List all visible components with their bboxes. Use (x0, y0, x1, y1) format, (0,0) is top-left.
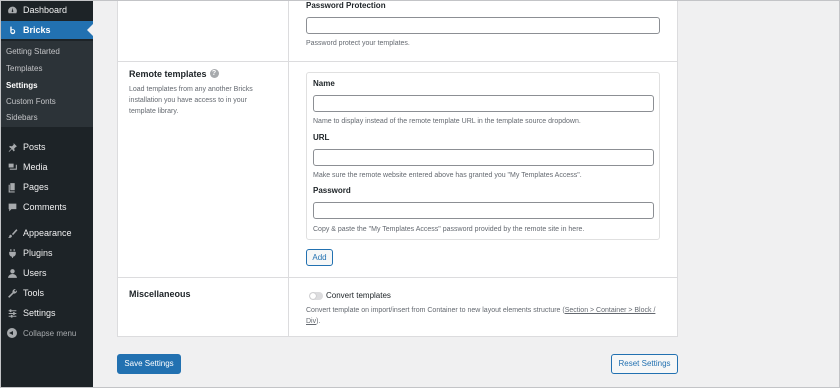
remote-url-input[interactable] (313, 149, 654, 166)
password-protection-description: Password protect your templates. (306, 40, 410, 47)
sidebar-item-label: Media (23, 162, 48, 172)
sidebar-item-label: Tools (23, 288, 45, 298)
sidebar-item-label: Comments (23, 202, 67, 212)
sidebar-item-users[interactable]: Users (0, 265, 93, 281)
collapse-arrow-icon (7, 328, 17, 338)
row-divider-misc (117, 277, 678, 278)
sidebar-item-pages[interactable]: Pages (0, 179, 93, 195)
sidebar-item-label: Posts (23, 142, 46, 152)
sidebar-item-settings[interactable]: Settings (0, 305, 93, 321)
password-protection-label: Password Protection (306, 1, 386, 10)
paintbrush-icon (5, 226, 19, 240)
bricks-logo-icon (5, 23, 19, 37)
remote-password-description: Copy & paste the "My Templates Access" p… (313, 226, 585, 233)
submenu-item-settings[interactable]: Settings (6, 81, 38, 90)
pin-icon (5, 140, 19, 154)
remote-name-input[interactable] (313, 95, 654, 112)
convert-templates-description: Convert template on import/insert from C… (306, 305, 662, 327)
sidebar-item-label: Bricks (23, 25, 51, 35)
sidebar-item-label: Appearance (23, 228, 72, 238)
sidebar-item-label: Plugins (23, 248, 53, 258)
miscellaneous-title: Miscellaneous (129, 289, 191, 299)
row-divider-remote (117, 61, 678, 62)
pages-icon (5, 180, 19, 194)
submenu-item-custom-fonts[interactable]: Custom Fonts (6, 97, 56, 106)
sidebar-item-appearance[interactable]: Appearance (0, 225, 93, 241)
convert-templates-toggle[interactable] (309, 292, 323, 300)
add-remote-template-button[interactable]: Add (306, 249, 333, 266)
remote-password-input[interactable] (313, 202, 654, 219)
password-protection-input[interactable] (306, 17, 660, 34)
active-arrow-icon (87, 24, 93, 36)
sidebar-item-label: Dashboard (23, 5, 68, 15)
sidebar-item-label: Pages (23, 182, 49, 192)
users-icon (5, 266, 19, 280)
sidebar-item-posts[interactable]: Posts (0, 139, 93, 155)
column-divider (288, 0, 289, 337)
sidebar-item-label: Users (23, 268, 47, 278)
collapse-menu-button[interactable]: Collapse menu (0, 325, 93, 341)
wrench-icon (5, 286, 19, 300)
convert-templates-label: Convert templates (326, 291, 391, 300)
convert-desc-suffix: ). (316, 318, 321, 325)
remote-templates-title: Remote templates? (129, 69, 219, 79)
sidebar-item-media[interactable]: Media (0, 159, 93, 175)
convert-desc-prefix: Convert template on import/insert from C… (306, 307, 565, 314)
submenu-item-templates[interactable]: Templates (6, 64, 42, 73)
remote-name-description: Name to display instead of the remote te… (313, 118, 581, 125)
bricks-submenu: Getting Started Templates Settings Custo… (0, 41, 93, 127)
remote-url-description: Make sure the remote website entered abo… (313, 172, 582, 179)
remote-url-label: URL (313, 133, 330, 142)
submenu-item-sidebars[interactable]: Sidebars (6, 113, 38, 122)
help-icon[interactable]: ? (209, 69, 219, 78)
submenu-item-getting-started[interactable]: Getting Started (6, 47, 60, 56)
sidebar-item-label: Settings (23, 308, 56, 318)
save-settings-button[interactable]: Save Settings (117, 354, 181, 374)
plugins-icon (5, 246, 19, 260)
sidebar-item-bricks[interactable]: Bricks (0, 21, 93, 39)
reset-settings-button[interactable]: Reset Settings (611, 354, 678, 374)
sidebar-item-tools[interactable]: Tools (0, 285, 93, 301)
collapse-menu-label: Collapse menu (23, 328, 77, 338)
sidebar-item-plugins[interactable]: Plugins (0, 245, 93, 261)
sidebar-item-dashboard[interactable]: Dashboard (0, 2, 93, 18)
settings-sliders-icon (5, 306, 19, 320)
dashboard-icon (5, 3, 19, 17)
remote-templates-title-text: Remote templates (129, 69, 207, 79)
remote-name-label: Name (313, 79, 335, 88)
sidebar-item-comments[interactable]: Comments (0, 199, 93, 215)
admin-sidebar: Dashboard Bricks Getting Started Templat… (0, 0, 93, 388)
remote-templates-description: Load templates from any another Bricks i… (129, 86, 253, 115)
remote-password-label: Password (313, 186, 351, 195)
media-icon (5, 160, 19, 174)
comments-icon (5, 200, 19, 214)
